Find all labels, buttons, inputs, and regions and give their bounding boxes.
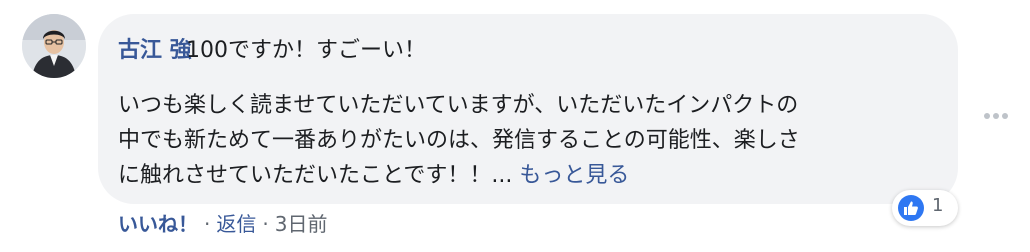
comment-actions: いいね！ · 返信 · 3日前 <box>118 208 327 237</box>
more-options-icon[interactable] <box>982 106 1010 119</box>
separator: · <box>204 212 211 236</box>
avatar-photo <box>22 14 86 78</box>
reaction-count: 1 <box>932 195 944 216</box>
comment-bubble: 古江 強 100ですか！すごーい！ いつも楽しく読ませていただいていますが、いた… <box>98 14 958 204</box>
comment-body-line: いつも楽しく読ませていただいていますが、いただいたインパクトの <box>118 93 799 118</box>
comment-author[interactable]: 古江 強 <box>118 32 192 64</box>
comment-body-text: に触れさせていただいたことです！！... <box>118 163 520 188</box>
comment-first-line: 100ですか！すごーい！ <box>186 38 426 63</box>
like-button[interactable]: いいね！ <box>118 212 198 236</box>
reply-button[interactable]: 返信 <box>216 212 256 236</box>
separator: · <box>262 212 269 236</box>
comment-body-line: 中でも新ためて一番ありがたいのは、発信することの可能性、楽しさ <box>118 128 800 153</box>
see-more-link[interactable]: もっと見る <box>519 163 629 188</box>
reaction-summary[interactable]: 1 <box>892 190 958 226</box>
timestamp-link[interactable]: 3日前 <box>275 212 328 236</box>
like-icon <box>898 195 924 221</box>
avatar[interactable] <box>22 14 86 78</box>
comment-row: 古江 強 100ですか！すごーい！ いつも楽しく読ませていただいていますが、いた… <box>0 0 1030 252</box>
comment-body-line-last: に触れさせていただいたことです！！... もっと見る <box>118 157 629 189</box>
